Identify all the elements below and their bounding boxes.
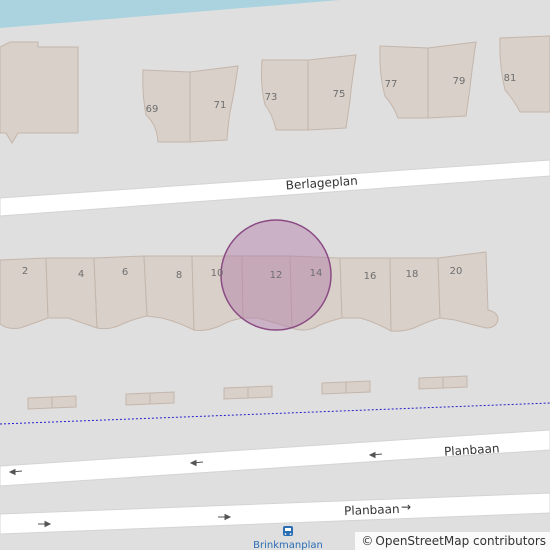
house-number: 73 [265,92,278,103]
house-number: 69 [146,104,159,115]
map-canvas: 69 71 73 75 77 79 81 2 4 6 8 10 12 14 16… [0,0,550,550]
house-number: 6 [122,267,128,278]
street-label-planbaan-lower: Planbaan [344,502,400,518]
house-number: 79 [453,76,466,87]
bus-icon[interactable] [283,526,293,536]
house-number: 81 [504,73,517,84]
house-number: 18 [406,269,419,280]
house-number: 77 [385,79,398,90]
house-number: 16 [364,271,377,282]
house-number: 20 [450,266,463,277]
house-number: 4 [78,269,84,280]
house-number: 12 [270,270,283,281]
street-label-arrow: → [401,500,411,514]
attribution-link[interactable]: OpenStreetMap contributors [375,532,546,550]
building [45,257,98,329]
map-view[interactable]: 69 71 73 75 77 79 81 2 4 6 8 10 12 14 16… [0,0,550,550]
map-attribution: © OpenStreetMap contributors [355,532,550,550]
house-number: 2 [22,266,28,277]
building [0,41,79,144]
copyright-symbol: © [361,534,374,548]
house-number: 10 [211,268,224,279]
house-number: 75 [333,89,346,100]
building [93,255,148,330]
bus-stop-label: Brinkmanplan [253,540,323,550]
house-number: 14 [310,268,323,279]
house-number: 8 [176,270,182,281]
house-number: 71 [214,100,227,111]
